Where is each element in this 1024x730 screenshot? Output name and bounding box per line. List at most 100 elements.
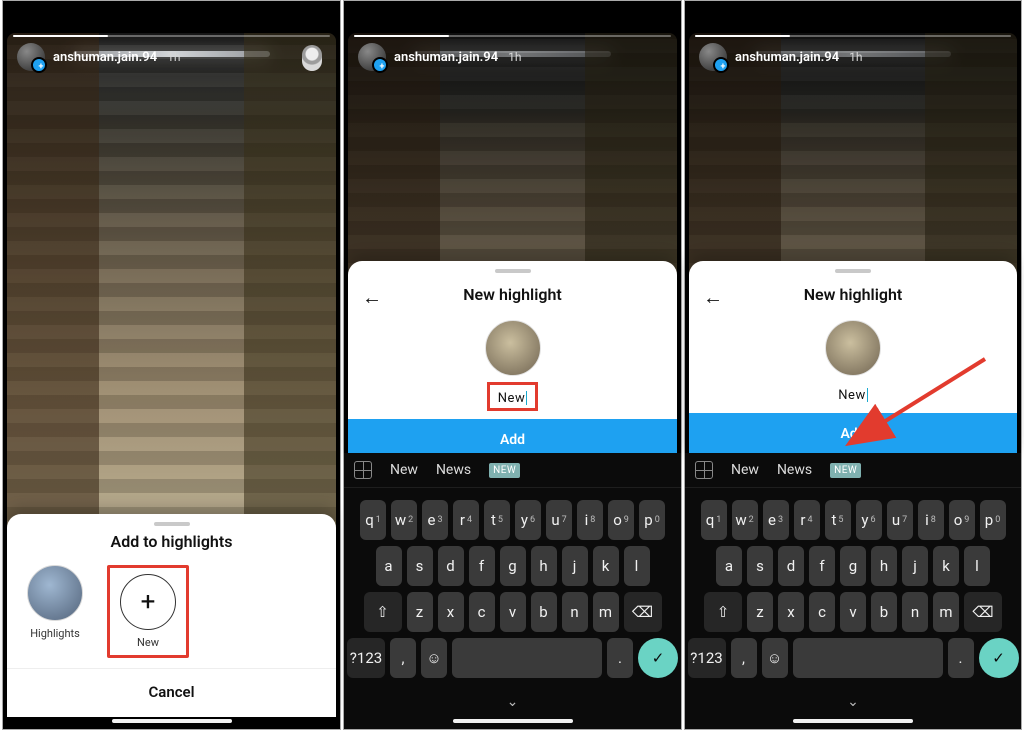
key-t[interactable]: t5 [484,500,510,540]
key-v[interactable]: v [500,592,526,632]
sheet-grabber[interactable] [835,269,871,273]
key-f[interactable]: f [809,546,835,586]
key-k[interactable]: k [593,546,619,586]
key-period[interactable]: . [948,638,974,678]
suggestion-badge[interactable]: NEW [489,463,520,478]
key-j[interactable]: j [902,546,928,586]
key-r[interactable]: r4 [794,500,820,540]
key-l[interactable]: l [964,546,990,586]
home-indicator[interactable] [453,719,573,723]
key-p[interactable]: p0 [639,500,665,540]
keyboard-grid-icon[interactable] [695,461,713,479]
key-a[interactable]: a [376,546,402,586]
key-e[interactable]: e3 [763,500,789,540]
suggestion-1[interactable]: New [390,462,418,478]
suggestion-2[interactable]: News [436,462,471,478]
key-l[interactable]: l [624,546,650,586]
highlight-item-new[interactable]: + New [116,574,180,649]
key-comma[interactable]: , [390,638,416,678]
key-z[interactable]: z [747,592,773,632]
key-q[interactable]: q1 [360,500,386,540]
key-emoji[interactable]: ☺ [421,638,447,678]
key-p[interactable]: p0 [980,500,1006,540]
key-shift[interactable]: ⇧ [364,592,402,632]
key-b[interactable]: b [871,592,897,632]
add-button[interactable]: Add [689,413,1017,455]
key-enter[interactable]: ✓ [979,638,1019,678]
key-space[interactable] [793,638,943,678]
home-indicator[interactable] [112,719,232,723]
key-a[interactable]: a [716,546,742,586]
sheet-grabber[interactable] [495,269,531,273]
suggestion-badge[interactable]: NEW [830,463,861,478]
avatar[interactable]: + [17,43,45,71]
key-y[interactable]: y6 [515,500,541,540]
cancel-button[interactable]: Cancel [7,668,336,709]
key-c[interactable]: c [469,592,495,632]
avatar[interactable]: + [358,43,386,71]
key-s[interactable]: s [407,546,433,586]
key-t[interactable]: t5 [825,500,851,540]
key-comma[interactable]: , [731,638,757,678]
key-g[interactable]: g [840,546,866,586]
highlight-name-input[interactable]: New [498,391,525,406]
key-n[interactable]: n [562,592,588,632]
suggestion-2[interactable]: News [777,462,812,478]
key-o[interactable]: o9 [949,500,975,540]
key-r[interactable]: r4 [453,500,479,540]
keyboard-collapse-icon[interactable]: ⌄ [344,694,681,714]
back-arrow-icon[interactable]: ← [703,285,723,310]
key-w[interactable]: w2 [391,500,417,540]
key-backspace[interactable]: ⌫ [624,592,662,632]
story-username[interactable]: anshuman.jain.94 [394,50,498,65]
key-x[interactable]: x [778,592,804,632]
key-j[interactable]: j [562,546,588,586]
key-m[interactable]: m [933,592,959,632]
key-h[interactable]: h [871,546,897,586]
soft-keyboard[interactable]: New News NEW q1 w2 e3 r4 t5 y6 u7 i8 o9 … [685,453,1021,729]
story-username[interactable]: anshuman.jain.94 [53,50,157,65]
key-s[interactable]: s [747,546,773,586]
soft-keyboard[interactable]: New News NEW q1 w2 e3 r4 t5 y6 u7 i8 o9 … [344,453,681,729]
highlight-cover-thumb[interactable] [485,320,541,376]
highlight-cover-thumb[interactable] [825,320,881,376]
key-e[interactable]: e3 [422,500,448,540]
key-i[interactable]: i8 [577,500,603,540]
key-g[interactable]: g [500,546,526,586]
keyboard-grid-icon[interactable] [354,461,372,479]
key-emoji[interactable]: ☺ [762,638,788,678]
highlight-name-input[interactable]: New [838,388,865,403]
key-u[interactable]: u7 [887,500,913,540]
sheet-grabber[interactable] [154,522,190,526]
key-x[interactable]: x [438,592,464,632]
avatar[interactable]: + [699,43,727,71]
key-enter[interactable]: ✓ [638,638,678,678]
key-q[interactable]: q1 [701,500,727,540]
key-y[interactable]: y6 [856,500,882,540]
key-z[interactable]: z [407,592,433,632]
key-w[interactable]: w2 [732,500,758,540]
key-shift[interactable]: ⇧ [704,592,742,632]
key-c[interactable]: c [809,592,835,632]
suggestion-1[interactable]: New [731,462,759,478]
back-arrow-icon[interactable]: ← [362,285,382,310]
key-u[interactable]: u7 [546,500,572,540]
key-m[interactable]: m [593,592,619,632]
key-i[interactable]: i8 [918,500,944,540]
key-d[interactable]: d [778,546,804,586]
key-b[interactable]: b [531,592,557,632]
story-username[interactable]: anshuman.jain.94 [735,50,839,65]
key-h[interactable]: h [531,546,557,586]
key-period[interactable]: . [607,638,633,678]
key-v[interactable]: v [840,592,866,632]
key-f[interactable]: f [469,546,495,586]
key-o[interactable]: o9 [608,500,634,540]
keyboard-collapse-icon[interactable]: ⌄ [685,694,1021,714]
key-numbers[interactable]: ?123 [347,638,385,678]
home-indicator[interactable] [793,719,913,723]
key-space[interactable] [452,638,602,678]
key-k[interactable]: k [933,546,959,586]
key-n[interactable]: n [902,592,928,632]
key-backspace[interactable]: ⌫ [964,592,1002,632]
key-numbers[interactable]: ?123 [688,638,726,678]
